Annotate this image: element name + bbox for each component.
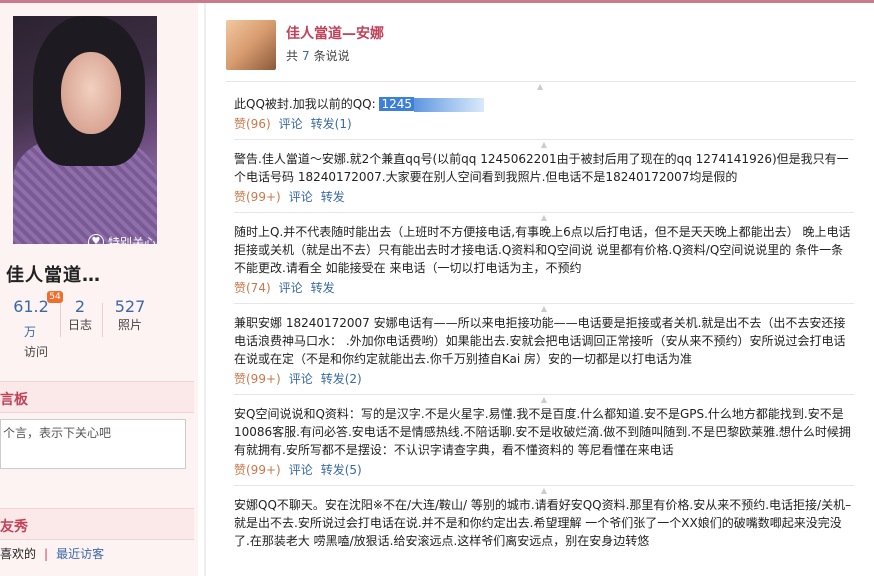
divider-arrow-icon: ▲	[540, 395, 548, 404]
special-care-button[interactable]: ♥ 特别关心	[88, 230, 157, 244]
post-item: 警告.佳人當道～安娜.就2个兼直qq号(以前qq 1245062201由于被封后…	[234, 150, 854, 223]
post-count-prefix: 共	[286, 49, 299, 63]
tab-liked[interactable]: 喜欢的	[0, 547, 36, 561]
post-actions: 赞(99+) 评论 转发	[234, 188, 854, 206]
post-actions: 赞(96) 评论 转发(1)	[234, 115, 854, 133]
stat-photos-label: 照片	[117, 318, 142, 332]
forward-button[interactable]: 转发	[311, 281, 335, 295]
friends-show-title: 友秀	[0, 519, 28, 535]
stat-blogs-value: 2	[74, 297, 86, 316]
post-text: 安Q空间说说和Q资料：写的是汉字.不是火星字.易懂.我不是百度.什么都知道.安不…	[234, 407, 851, 457]
stat-photos-value: 527	[114, 297, 146, 316]
message-board-title: 言板	[0, 392, 28, 408]
stat-visits[interactable]: 61.2 54 万 访问	[6, 291, 63, 359]
comment-button[interactable]: 评论	[279, 117, 303, 131]
post-text: 安娜QQ不聊天。安在沈阳※不在/大连/鞍山/ 等别的城市.请看好安QQ资料.那里…	[234, 498, 852, 548]
selected-qq-number: 1245	[379, 97, 415, 111]
stat-photos[interactable]: 527 照片	[110, 297, 150, 333]
post-text: 随时上Q.并不代表随时能出去（上班时不方便接电话,有事晚上6点以后打电话，但不是…	[234, 225, 851, 275]
like-button[interactable]: 赞(99+)	[234, 463, 281, 477]
like-button[interactable]: 赞(99+)	[234, 190, 281, 204]
comment-button[interactable]: 评论	[289, 372, 313, 386]
tab-separator: |	[44, 547, 49, 561]
forward-button[interactable]: 转发(2)	[321, 372, 362, 386]
post-count-suffix: 条说说	[313, 49, 350, 63]
divider-arrow-icon: ▲	[540, 304, 548, 313]
comment-button[interactable]: 评论	[279, 281, 303, 295]
profile-name: 佳人當道…	[6, 265, 101, 286]
post-actions: 赞(99+) 评论 转发(5)	[234, 461, 854, 479]
post-count-value: 7	[302, 49, 310, 63]
friends-show-header: 友秀	[0, 508, 194, 540]
heart-plus-icon: ♥	[88, 234, 104, 244]
forward-button[interactable]: 转发	[321, 190, 345, 204]
post-actions: 赞(74) 评论 转发	[234, 279, 854, 297]
post-item: 安Q空间说说和Q资料：写的是汉字.不是火星字.易懂.我不是百度.什么都知道.安不…	[234, 405, 854, 496]
friends-tabs: 喜欢的 | 最近访客	[0, 545, 104, 562]
comment-button[interactable]: 评论	[289, 463, 313, 477]
feed-posts: 此QQ被封.加我以前的QQ: 1245 赞(96) 评论 转发(1) ▲ 警告.佳人…	[234, 95, 854, 550]
message-board-input[interactable]: 个言，表示下关心吧	[0, 419, 186, 469]
divider-arrow-icon: ▲	[540, 486, 548, 495]
stat-blogs-label: 日志	[67, 318, 92, 332]
stat-blogs[interactable]: 2 日志	[64, 297, 96, 333]
selection-fade	[414, 97, 485, 112]
message-board-header: 言板	[0, 381, 194, 413]
left-sidebar: ♥ 特别关心 佳人當道… 61.2 54 万 访问 2 日志 527 照片 言板…	[0, 3, 198, 576]
forward-button[interactable]: 转发(5)	[321, 463, 362, 477]
stat-divider	[102, 303, 103, 337]
like-button[interactable]: 赞(74)	[234, 281, 271, 295]
comment-button[interactable]: 评论	[289, 190, 313, 204]
divider-arrow-icon: ▲	[540, 213, 548, 222]
owner-name[interactable]: 佳人當道—安娜	[286, 23, 384, 43]
visits-badge: 54	[47, 291, 63, 303]
post-item: 兼职安娜 18240172007 安娜电话有——所以来电拒接功能——电话要是拒接…	[234, 314, 854, 405]
stat-visits-label: 访问	[24, 345, 49, 359]
like-button[interactable]: 赞(96)	[234, 117, 271, 131]
post-text: 此QQ被封.加我以前的QQ: 1245	[234, 95, 854, 113]
tab-recent-visitors[interactable]: 最近访客	[56, 547, 104, 561]
post-count: 共 7 条说说	[286, 47, 350, 64]
stat-visits-unit: 万	[24, 325, 37, 339]
profile-stats: 61.2 54 万 访问 2 日志 527 照片	[0, 291, 198, 367]
post-text: 警告.佳人當道～安娜.就2个兼直qq号(以前qq 1245062201由于被封后…	[234, 152, 849, 184]
avatar[interactable]: ♥ 特别关心	[13, 16, 157, 244]
owner-thumbnail[interactable]	[226, 20, 276, 70]
post-item: 此QQ被封.加我以前的QQ: 1245 赞(96) 评论 转发(1) ▲	[234, 95, 854, 150]
special-care-label: 特别关心	[108, 235, 157, 245]
post-item: 安娜QQ不聊天。安在沈阳※不在/大连/鞍山/ 等别的城市.请看好安QQ资料.那里…	[234, 496, 854, 550]
like-button[interactable]: 赞(99+)	[234, 372, 281, 386]
forward-button[interactable]: 转发(1)	[311, 117, 352, 131]
divider-arrow-icon: ▲	[540, 140, 548, 149]
column-border	[204, 3, 206, 576]
divider-arrow-icon: ▲	[537, 82, 544, 91]
post-text-part: 此QQ被封.加我以前的QQ:	[234, 97, 380, 111]
post-text: 兼职安娜 18240172007 安娜电话有——所以来电拒接功能——电话要是拒接…	[234, 316, 846, 366]
avatar-face	[61, 52, 121, 134]
post-item: 随时上Q.并不代表随时能出去（上班时不方便接电话,有事晚上6点以后打电话，但不是…	[234, 223, 854, 314]
stat-divider	[60, 303, 61, 337]
post-actions: 赞(99+) 评论 转发(2)	[234, 370, 854, 388]
